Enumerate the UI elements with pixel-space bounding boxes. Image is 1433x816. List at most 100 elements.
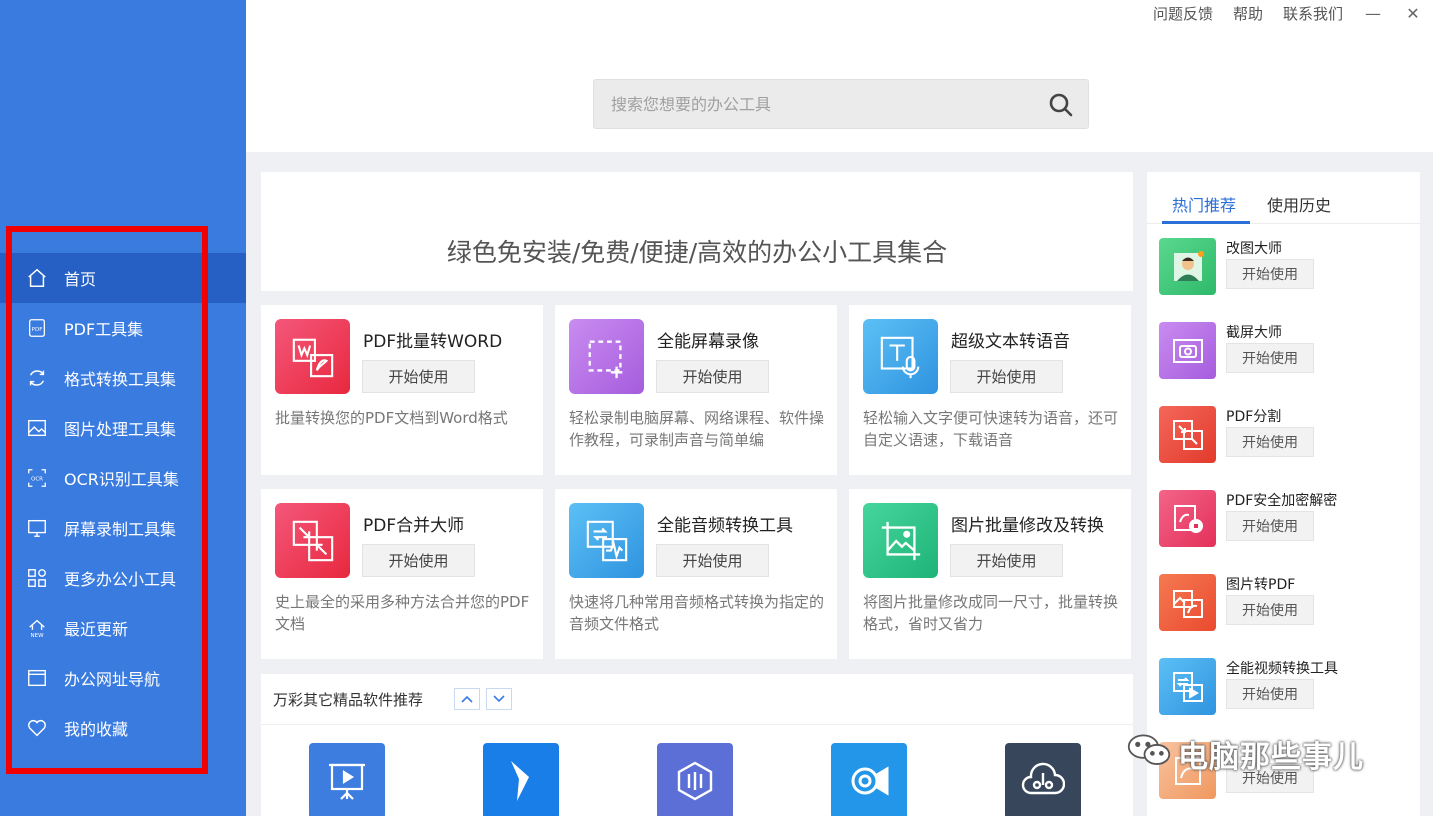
pdf-lock-icon[interactable] [1159, 490, 1216, 547]
card-title: 全能音频转换工具 [657, 516, 793, 536]
pdf-split-icon[interactable] [1159, 406, 1216, 463]
sidebar-item-recent-updates[interactable]: NEW 最近更新 [0, 603, 246, 653]
item-name: 改图大师 [1226, 241, 1282, 257]
tool-card: PDF合并大师 开始使用 史上最全的采用多种方法合并您的PDF文档 [261, 489, 543, 659]
start-button[interactable]: 开始使用 [1226, 679, 1314, 709]
sidebar-item-favorites[interactable]: 我的收藏 [0, 703, 246, 753]
help-link[interactable]: 帮助 [1233, 3, 1263, 24]
apps-icon [26, 567, 48, 589]
close-button[interactable]: ✕ [1403, 4, 1423, 23]
card-title: 全能屏幕录像 [657, 332, 759, 352]
new-icon: NEW [26, 617, 48, 639]
sidebar-item-label: 图片处理工具集 [64, 420, 177, 439]
pdf-to-word-icon[interactable] [275, 319, 350, 394]
item-name: 图片转PDF [1226, 577, 1296, 593]
sidebar-item-home[interactable]: 首页 [0, 253, 246, 303]
wechat-icon [1126, 732, 1172, 776]
sidebar-item-label: 屏幕录制工具集 [64, 520, 177, 539]
heart-icon [26, 717, 48, 739]
presentation-icon[interactable] [309, 743, 385, 816]
image-to-pdf-icon[interactable] [1159, 574, 1216, 631]
item-name: 截屏大师 [1226, 325, 1282, 341]
svg-text:OCR: OCR [31, 476, 43, 482]
sidebar-item-label: PDF工具集 [64, 320, 144, 339]
sidebar-item-office-nav[interactable]: 办公网址导航 [0, 653, 246, 703]
banner-text: 绿色免安装/免费/便捷/高效的办公小工具集合 [446, 237, 948, 267]
image-icon [26, 417, 48, 439]
sidebar-item-format-convert[interactable]: 格式转换工具集 [0, 353, 246, 403]
sidebar-item-label: 首页 [64, 270, 97, 289]
card-desc: 轻松录制电脑屏幕、网络课程、软件操作教程，可录制声音与简单编 [569, 409, 825, 449]
card-desc: 快速将几种常用音频格式转换为指定的音频文件格式 [569, 593, 825, 633]
image-batch-icon[interactable] [863, 503, 938, 578]
recommend-item: 改图大师 开始使用 [1159, 238, 1414, 310]
contact-link[interactable]: 联系我们 [1283, 3, 1343, 24]
start-button[interactable]: 开始使用 [1226, 595, 1314, 625]
start-button[interactable]: 开始使用 [950, 544, 1063, 577]
recommend-item: 图片转PDF 开始使用 [1159, 574, 1414, 646]
sidebar-item-label: 格式转换工具集 [64, 370, 177, 389]
start-button[interactable]: 开始使用 [362, 544, 475, 577]
feedback-link[interactable]: 问题反馈 [1153, 3, 1213, 24]
audio-convert-icon[interactable] [569, 503, 644, 578]
tab-hot-recommend[interactable]: 热门推荐 [1172, 192, 1236, 216]
tool-card: 超级文本转语音 开始使用 轻松输入文字便可快速转为语音，还可自定义语速，下载语音 [849, 305, 1131, 475]
more-software-section: 万彩其它精品软件推荐 [261, 674, 1133, 816]
video-convert-icon[interactable] [1159, 658, 1216, 715]
video-maker-icon[interactable] [483, 743, 559, 816]
watermark-text: 电脑那些事儿 [1178, 740, 1364, 775]
sidebar-item-pdf-tools[interactable]: PDF PDF工具集 [0, 303, 246, 353]
sidebar-item-label: 我的收藏 [64, 720, 129, 739]
start-button[interactable]: 开始使用 [950, 360, 1063, 393]
start-button[interactable]: 开始使用 [656, 544, 769, 577]
search-input[interactable] [594, 80, 1034, 128]
card-desc: 轻松输入文字便可快速转为语音，还可自定义语速，下载语音 [863, 409, 1119, 449]
avatar-photo-icon[interactable] [1159, 238, 1216, 295]
start-button[interactable]: 开始使用 [1226, 511, 1314, 541]
card-title: PDF合并大师 [363, 516, 465, 536]
sidebar-item-screen-record[interactable]: 屏幕录制工具集 [0, 503, 246, 553]
top-links: 问题反馈 帮助 联系我们 — ✕ [1153, 0, 1423, 26]
home-icon [26, 267, 48, 289]
tab-underline [1162, 221, 1250, 224]
scroll-up-button[interactable] [454, 688, 480, 710]
card-desc: 史上最全的采用多种方法合并您的PDF文档 [275, 593, 530, 633]
start-button[interactable]: 开始使用 [656, 360, 769, 393]
pdf-merge-icon[interactable] [275, 503, 350, 578]
sidebar-nav: 首页 PDF PDF工具集 格式转换工具集 图片处理工具集 OCR OCR识别工… [0, 253, 246, 753]
scroll-down-button[interactable] [486, 688, 512, 710]
more-software-title: 万彩其它精品软件推荐 [273, 691, 424, 709]
tool-card: 图片批量修改及转换 开始使用 将图片批量修改成同一尺寸，批量转换格式，省时又省力 [849, 489, 1131, 659]
browser-icon [26, 667, 48, 689]
tool-card: 全能音频转换工具 开始使用 快速将几种常用音频格式转换为指定的音频文件格式 [555, 489, 837, 659]
right-tabs: 热门推荐 使用历史 [1147, 172, 1420, 224]
cloud-icon[interactable] [1005, 743, 1081, 816]
text-to-speech-icon[interactable] [863, 319, 938, 394]
tool-card: 全能屏幕录像 开始使用 轻松录制电脑屏幕、网络课程、软件操作教程，可录制声音与简… [555, 305, 837, 475]
sidebar-item-ocr-tools[interactable]: OCR OCR识别工具集 [0, 453, 246, 503]
card-desc: 将图片批量修改成同一尺寸，批量转换格式，省时又省力 [863, 593, 1119, 633]
card-title: PDF批量转WORD [363, 332, 503, 352]
start-button[interactable]: 开始使用 [1226, 343, 1314, 373]
pdf-icon: PDF [26, 317, 48, 339]
divider [261, 724, 1133, 725]
start-button[interactable]: 开始使用 [362, 360, 475, 393]
svg-text:NEW: NEW [30, 633, 44, 639]
right-panel: 热门推荐 使用历史 改图大师 开始使用 截屏大师 开始使用 PDF分割 开始使用… [1147, 172, 1420, 816]
animation-icon[interactable] [657, 743, 733, 816]
camera-screen-icon[interactable] [1159, 322, 1216, 379]
banner: 绿色免安装/免费/便捷/高效的办公小工具集合 [261, 172, 1133, 291]
sidebar-item-label: 最近更新 [64, 620, 129, 639]
card-title: 图片批量修改及转换 [951, 516, 1104, 536]
sidebar-item-image-tools[interactable]: 图片处理工具集 [0, 403, 246, 453]
camera-icon[interactable] [831, 743, 907, 816]
start-button[interactable]: 开始使用 [1226, 427, 1314, 457]
minimize-button[interactable]: — [1363, 4, 1383, 23]
sidebar-item-more-tools[interactable]: 更多办公小工具 [0, 553, 246, 603]
search-icon[interactable] [1048, 92, 1074, 118]
tab-history[interactable]: 使用历史 [1267, 192, 1331, 216]
screen-record-icon[interactable] [569, 319, 644, 394]
start-button[interactable]: 开始使用 [1226, 259, 1314, 289]
recommend-item: 截屏大师 开始使用 [1159, 322, 1414, 394]
card-title: 超级文本转语音 [951, 332, 1070, 352]
